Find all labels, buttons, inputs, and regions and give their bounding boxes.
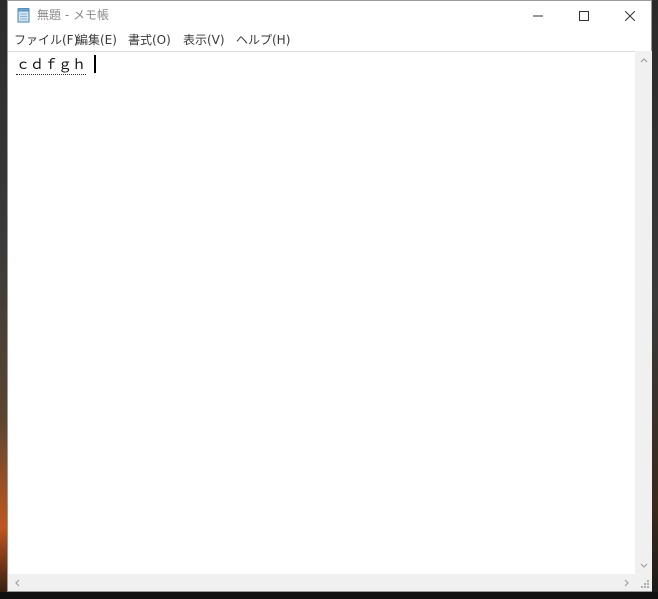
menu-file[interactable]: ファイル(F) (14, 32, 78, 48)
chevron-left-icon (14, 579, 19, 586)
desktop-background-bottom (0, 592, 658, 599)
vertical-scrollbar[interactable] (635, 51, 652, 574)
menu-view[interactable]: 表示(V) (183, 32, 225, 48)
scroll-down-button[interactable] (635, 557, 652, 574)
title-bar[interactable]: 無題 - メモ帳 (8, 1, 651, 30)
resize-grip-icon (641, 580, 649, 588)
minimize-button[interactable] (515, 1, 561, 30)
scroll-up-button[interactable] (635, 51, 652, 68)
close-button[interactable] (607, 1, 653, 30)
notepad-window: 無題 - メモ帳 ファイル(F) 編集(E) 書式(O) 表示(V) ヘルプ(H… (7, 0, 652, 592)
menu-format[interactable]: 書式(O) (128, 32, 171, 48)
scroll-left-button[interactable] (8, 574, 25, 591)
menu-bar: ファイル(F) 編集(E) 書式(O) 表示(V) ヘルプ(H) (8, 30, 651, 50)
maximize-button[interactable] (561, 1, 607, 30)
scroll-right-button[interactable] (618, 574, 635, 591)
maximize-icon (579, 10, 589, 21)
chevron-up-icon (640, 57, 647, 62)
notepad-icon[interactable] (17, 8, 31, 23)
text-editor-area[interactable]: ｃｄｆｇｈ (8, 51, 635, 575)
text-caret (94, 55, 96, 73)
editor-content: ｃｄｆｇｈ (16, 57, 86, 75)
resize-grip[interactable] (635, 574, 652, 591)
close-icon (625, 10, 635, 21)
chevron-down-icon (640, 563, 647, 568)
window-title: 無題 - メモ帳 (37, 8, 109, 22)
chevron-right-icon (624, 579, 629, 586)
menu-edit[interactable]: 編集(E) (76, 32, 117, 48)
minimize-icon (533, 15, 543, 16)
menu-help[interactable]: ヘルプ(H) (236, 32, 290, 48)
desktop-background-right (652, 0, 658, 599)
horizontal-scrollbar[interactable] (8, 574, 635, 591)
